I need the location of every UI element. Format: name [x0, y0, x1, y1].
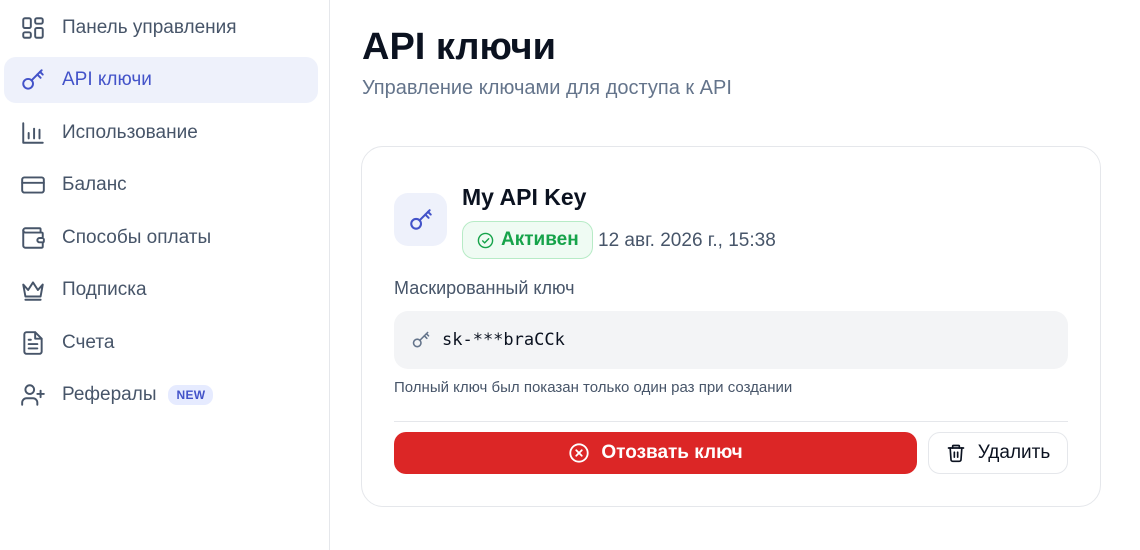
sidebar-item-referrals[interactable]: Рефералы NEW — [4, 372, 318, 418]
sidebar-item-usage[interactable]: Использование — [4, 110, 318, 156]
wallet-icon — [19, 224, 47, 252]
check-circle-icon — [477, 232, 494, 248]
api-key-card: My API Key Активен 12 авг. 2026 г., 15:3… — [361, 146, 1101, 507]
sidebar-item-label: Рефералы — [62, 384, 157, 405]
user-plus-icon — [19, 381, 47, 409]
sidebar-item-label: Баланс — [62, 174, 127, 195]
x-circle-icon — [569, 443, 589, 463]
divider — [394, 421, 1068, 422]
masked-key-field[interactable]: sk-***braCCk — [394, 311, 1068, 369]
key-icon — [409, 208, 432, 230]
credit-card-icon — [19, 171, 47, 199]
key-icon — [19, 66, 47, 94]
status-badge: Активен — [462, 221, 593, 259]
revoke-key-button[interactable]: Отозвать ключ — [394, 432, 917, 474]
key-name: My API Key — [462, 184, 587, 210]
masked-key-label: Маскированный ключ — [394, 278, 575, 298]
sidebar-item-api-keys[interactable]: API ключи — [4, 57, 318, 103]
sidebar-item-subscription[interactable]: Подписка — [4, 267, 318, 313]
sidebar-item-label: Панель управления — [62, 17, 237, 38]
masked-key-value: sk-***braCCk — [442, 330, 565, 350]
sidebar-item-balance[interactable]: Баланс — [4, 162, 318, 208]
trash-icon — [947, 444, 965, 463]
sidebar-item-invoices[interactable]: Счета — [4, 320, 318, 366]
created-at: 12 авг. 2026 г., 15:38 — [598, 230, 776, 251]
delete-label: Удалить — [977, 442, 1051, 463]
page-subtitle: Управление ключами для доступа к API — [362, 77, 732, 99]
sidebar-item-label: API ключи — [62, 69, 152, 90]
sidebar: Панель управления API ключи Использовани… — [0, 0, 330, 550]
dashboard-icon — [19, 14, 47, 42]
delete-button[interactable]: Удалить — [928, 432, 1068, 474]
key-icon — [412, 331, 430, 348]
sidebar-item-label: Подписка — [62, 279, 147, 300]
sidebar-item-dashboard[interactable]: Панель управления — [4, 5, 318, 51]
page-title: API ключи — [362, 26, 556, 68]
file-text-icon — [19, 329, 47, 357]
key-avatar — [394, 193, 447, 246]
sidebar-item-label: Способы оплаты — [62, 227, 212, 248]
sidebar-item-label: Использование — [62, 122, 198, 143]
sidebar-item-label: Счета — [62, 332, 115, 353]
main-content: API ключи Управление ключами для доступа… — [330, 0, 1140, 550]
sidebar-item-payment-methods[interactable]: Способы оплаты — [4, 215, 318, 261]
bar-chart-icon — [19, 119, 47, 147]
status-label: Активен — [501, 229, 579, 250]
new-badge: NEW — [168, 385, 214, 405]
key-hint: Полный ключ был показан только один раз … — [394, 379, 793, 396]
revoke-key-label: Отозвать ключ — [601, 442, 743, 463]
crown-icon — [19, 276, 47, 304]
